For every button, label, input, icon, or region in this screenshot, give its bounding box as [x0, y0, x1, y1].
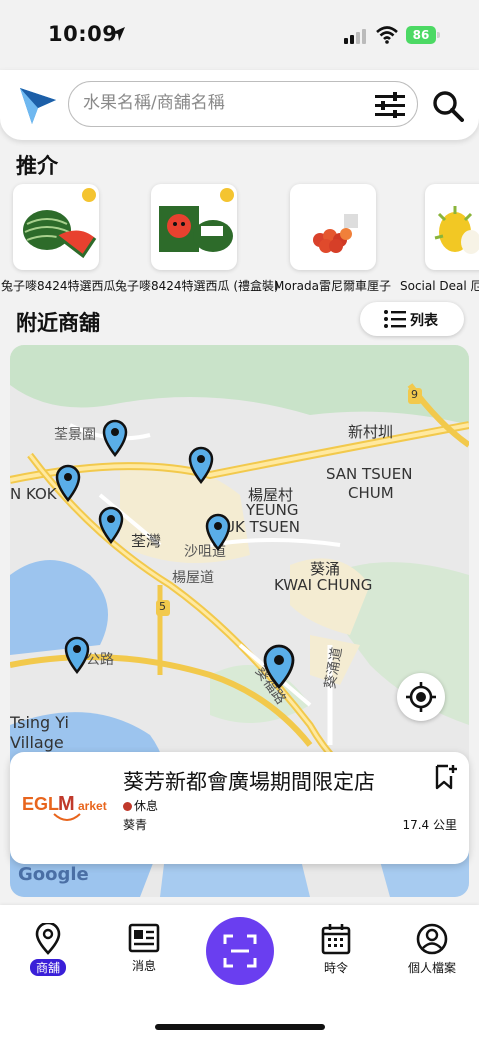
shop-pin-icon[interactable]: [187, 446, 215, 484]
search-box[interactable]: [68, 81, 418, 127]
app-logo-icon[interactable]: [18, 84, 58, 126]
tab-label: 個人檔案: [407, 961, 456, 975]
shop-status: 休息: [134, 799, 159, 813]
recommend-item-name: Morada雷尼爾車厘子: [274, 279, 391, 293]
bottom-tab-bar: 商舖 消息 時令 個人檔案: [0, 905, 479, 1039]
map-label: UK TSUEN: [224, 518, 300, 536]
filter-icon[interactable]: [375, 92, 405, 118]
shop-pin-icon[interactable]: [54, 464, 82, 502]
status-time: 10:09: [48, 22, 118, 46]
tab-news[interactable]: 消息: [104, 923, 184, 983]
tab-profile[interactable]: 個人檔案: [392, 923, 472, 983]
bookmark-add-icon[interactable]: [434, 764, 458, 790]
shop-distance: 17.4 公里: [402, 818, 457, 832]
recommend-item-name: 兔子嘜8424特選西瓜: [1, 279, 116, 293]
tab-shops[interactable]: 商舖: [8, 923, 88, 983]
status-bar: 10:09 86: [0, 0, 479, 70]
scan-button[interactable]: [206, 917, 274, 985]
news-icon: [128, 923, 160, 953]
home-indicator: [155, 1024, 325, 1030]
map-label: 荃景圍: [54, 427, 96, 443]
map-label: 荃灣: [131, 532, 162, 550]
product-image: [13, 184, 99, 270]
map-label: KWAI CHUNG: [274, 576, 373, 594]
route-shield-label: 5: [159, 600, 166, 613]
recommend-item-name: Social Deal 厄瓜: [400, 279, 479, 293]
map-label: CHUM: [348, 484, 394, 502]
search-input[interactable]: [81, 92, 365, 114]
map-label: YEUNG: [246, 501, 299, 519]
scan-icon: [223, 934, 257, 968]
list-view-button[interactable]: 列表: [360, 302, 464, 336]
product-image: [290, 184, 376, 270]
location-arrow-icon: [111, 27, 125, 41]
shop-pin-icon[interactable]: [63, 636, 91, 674]
product-image: [151, 184, 237, 270]
tab-label: 時令: [323, 961, 348, 975]
map-label: Tsing Yi: [10, 713, 69, 732]
map-label: N KOK: [10, 485, 57, 503]
tab-label: 消息: [131, 959, 156, 973]
signal-icon: [344, 29, 366, 44]
recommend-item[interactable]: Social Deal 厄瓜: [400, 184, 479, 294]
search-header: [0, 70, 479, 140]
list-icon: [384, 310, 406, 328]
svg-text:arket: arket: [78, 799, 107, 813]
calendar-icon: [321, 924, 351, 955]
map-label: SAN TSUEN: [326, 465, 413, 483]
profile-icon: [416, 923, 448, 955]
search-icon[interactable]: [432, 90, 464, 122]
recommend-item-name: 兔子嘜8424特選西瓜 (禮盒裝): [115, 279, 279, 293]
google-logo: Google: [18, 864, 89, 885]
shop-pin-icon[interactable]: [204, 513, 232, 551]
shop-pin-icon[interactable]: [97, 506, 125, 544]
shop-district: 葵青: [123, 818, 148, 832]
wifi-icon: [376, 26, 398, 44]
battery-tip: [437, 32, 440, 38]
selected-shop-pin-icon[interactable]: [261, 643, 297, 689]
product-image: [425, 184, 479, 270]
svg-text:M: M: [58, 793, 75, 815]
list-view-label: 列表: [410, 313, 438, 329]
location-pin-icon: [35, 923, 61, 955]
tab-seasonal[interactable]: 時令: [296, 923, 376, 983]
recommend-carousel[interactable]: 兔子嘜8424特選西瓜 兔子嘜8424特選西瓜 (禮盒裝) Morada雷尼爾車…: [0, 180, 479, 300]
map-label: 新村圳: [348, 423, 394, 441]
svg-text:EGL: EGL: [22, 794, 59, 814]
shop-logo-icon: EGL M arket: [22, 793, 107, 821]
nearby-title: 附近商舖: [16, 311, 100, 335]
map-label: 楊屋道: [172, 570, 214, 586]
recommend-title: 推介: [16, 154, 58, 178]
tab-label: 商舖: [29, 959, 66, 976]
closed-status-dot: [123, 802, 132, 811]
shop-card[interactable]: EGL M arket 葵芳新都會廣場期間限定店 休息 葵青 17.4 公里: [10, 752, 469, 864]
shop-name: 葵芳新都會廣場期間限定店: [123, 770, 375, 794]
map-label: Village: [10, 733, 64, 752]
my-location-button[interactable]: [397, 673, 445, 721]
battery-indicator: 86: [406, 26, 436, 44]
recommend-item[interactable]: 兔子嘜8424特選西瓜 (禮盒裝): [115, 184, 281, 294]
crosshair-icon: [406, 682, 436, 712]
route-shield-label: 9: [411, 388, 418, 401]
shop-pin-icon[interactable]: [101, 419, 129, 457]
